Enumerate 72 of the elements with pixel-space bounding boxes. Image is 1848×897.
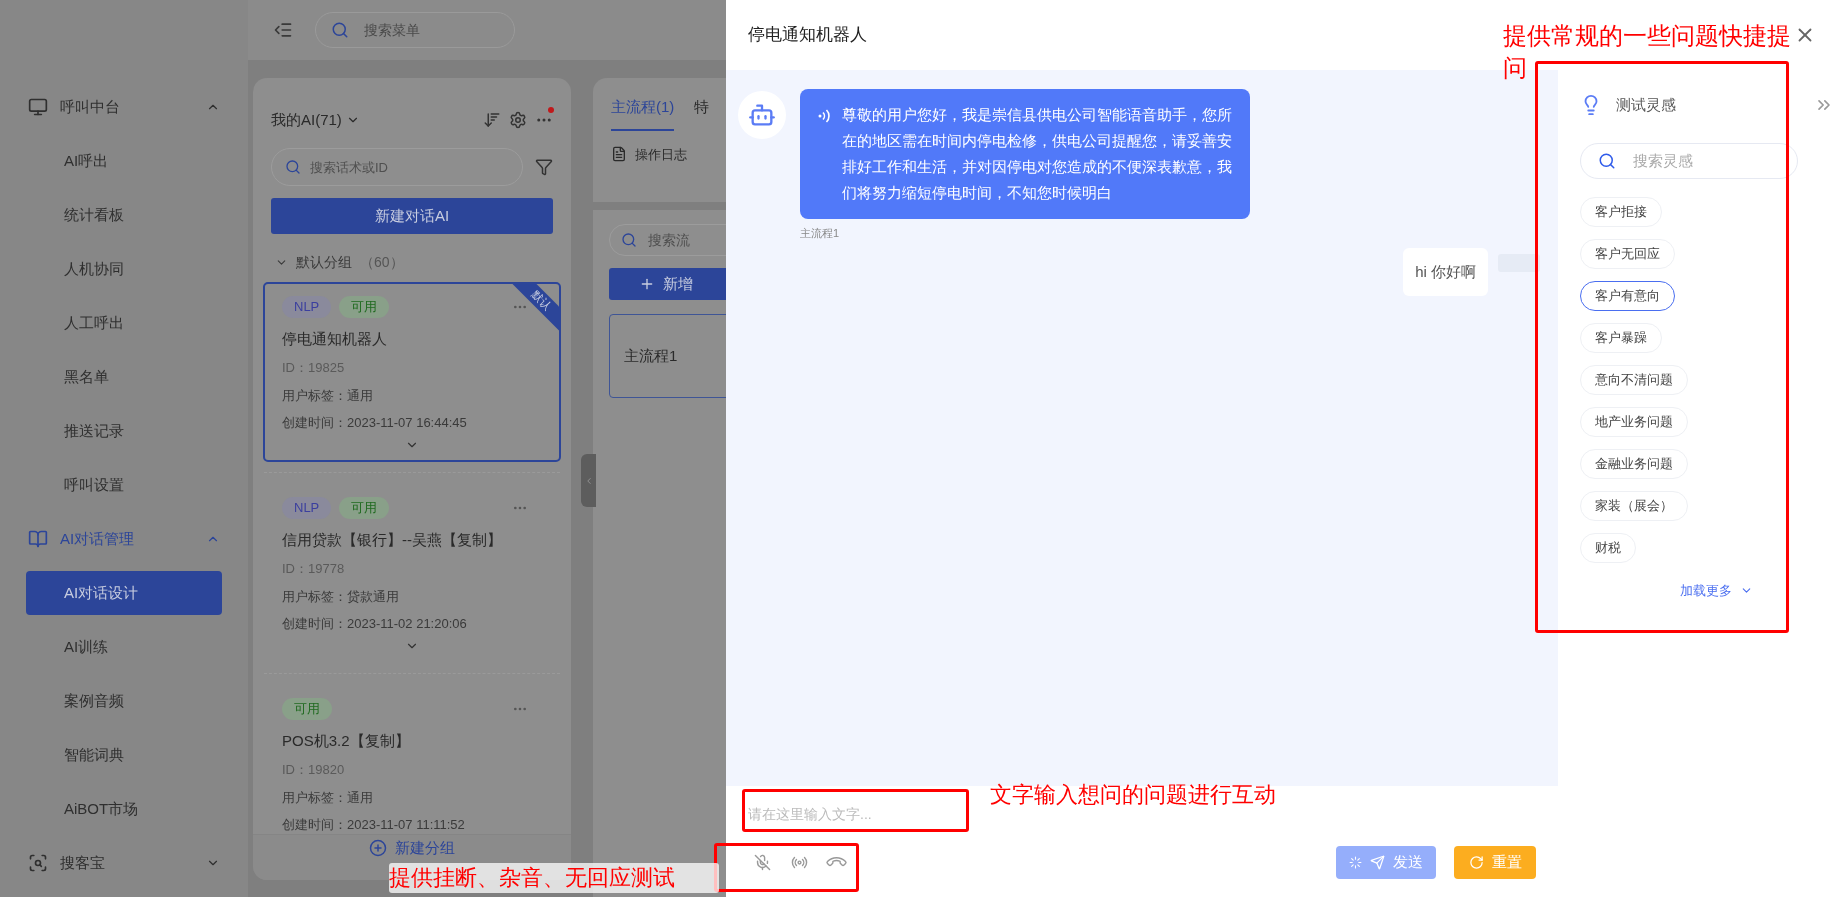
user-avatar (1498, 253, 1540, 272)
user-tag-text: 用户标签：贷款通用 (282, 588, 400, 606)
user-tag-text: 用户标签：通用 (282, 789, 374, 807)
search-icon (331, 21, 349, 39)
sort-icon[interactable] (483, 111, 501, 129)
mic-off-icon[interactable] (754, 854, 771, 871)
nav-item[interactable]: 呼叫设置 (26, 463, 222, 507)
nav-group-icon (28, 529, 48, 549)
add-flow-button[interactable]: 新增 (609, 268, 726, 300)
ai-name: 信用贷款【银行】--吴燕【复制】 (282, 530, 503, 550)
nav-item[interactable]: AI对话设计 (26, 571, 222, 615)
nav-group[interactable]: 搜客宝 (0, 836, 248, 890)
menu-search-field[interactable]: 搜索菜单 (315, 12, 515, 48)
status-tag: NLP (282, 497, 332, 519)
nav-item[interactable]: 黑名单 (26, 355, 222, 399)
status-tag: NLP (282, 296, 332, 318)
ai-list-dropdown[interactable]: 我的AI(71) (271, 108, 360, 132)
nav-item[interactable]: AI呼出 (26, 139, 222, 183)
user-tag-text: 用户标签：通用 (282, 387, 374, 405)
document-icon (611, 146, 627, 163)
send-icon (1370, 855, 1385, 870)
plus-circle-icon (369, 839, 387, 857)
nav-group-icon (28, 97, 48, 117)
nav-item[interactable]: 案例音频 (26, 679, 222, 723)
annotation-text: 提供挂断、杂音、无回应测试 (389, 863, 719, 893)
nav-item[interactable]: AiBOT市场 (26, 787, 222, 831)
nav-group[interactable]: 呼叫中台 (0, 80, 248, 134)
nav-item[interactable]: 推送记录 (26, 409, 222, 453)
nav-item[interactable]: 人机协同 (26, 247, 222, 291)
nav-item[interactable]: 统计看板 (26, 193, 222, 237)
nav-item[interactable]: 智能词典 (26, 733, 222, 777)
plus-icon (639, 276, 655, 292)
search-icon (1598, 151, 1616, 170)
nav-group-icon (28, 853, 48, 873)
ai-name: 停电通知机器人 (282, 329, 388, 349)
loading-spinner-icon (1349, 856, 1362, 869)
flow-search-field[interactable]: 搜索流 (609, 224, 726, 256)
ai-name: POS机3.2【复制】 (282, 731, 411, 751)
group-toggle[interactable]: 默认分组 （60） (253, 248, 571, 276)
nav-item[interactable]: 人工呼出 (26, 301, 222, 345)
search-icon (621, 232, 637, 248)
nav-group[interactable]: AI对话管理 (0, 512, 248, 566)
drawer-title: 停电通知机器人 (748, 24, 867, 47)
menu-toggle-icon[interactable] (273, 20, 293, 40)
created-time: 创建时间：2023-11-02 21:20:06 (282, 614, 468, 633)
broadcast-icon[interactable] (791, 854, 808, 871)
collapse-handle[interactable] (581, 454, 596, 507)
status-tag: 可用 (282, 698, 332, 720)
new-group-button[interactable]: 新建分组 (369, 837, 455, 859)
search-field[interactable]: 搜索话术或ID (271, 148, 523, 186)
flow-tab[interactable]: 特 (694, 96, 710, 131)
load-more-link[interactable]: 加载更多 (1680, 580, 1753, 600)
filter-icon[interactable] (535, 158, 553, 176)
search-icon (285, 159, 301, 175)
inspiration-search-field[interactable]: 搜索灵感 (1580, 142, 1798, 179)
created-time: 创建时间：2023-11-07 11:11:52 (282, 815, 466, 834)
new-ai-button[interactable]: 新建对话AI (271, 198, 553, 234)
created-time: 创建时间：2023-11-07 16:44:45 (282, 413, 468, 432)
status-tag: 可用 (339, 497, 390, 519)
annotation-text: 提供常规的一些问题快捷提问 (1503, 21, 1792, 83)
settings-icon[interactable] (509, 111, 527, 129)
reset-icon (1468, 855, 1484, 870)
inspiration-title: 测试灵感 (1616, 95, 1676, 115)
user-message-bubble: hi 你好啊 (1403, 247, 1488, 296)
status-tag: 可用 (339, 296, 390, 318)
bot-message-text: 尊敬的用户您好，我是崇信县供电公司智能语音助手，您所在的地区需在时间内停电检修，供电公司提醒您，请妥善安排好工作和生活，并对因停电对您造成的不便深表歉意，我们将努力缩短停电时间，不知您时候明白 (842, 106, 1233, 203)
annotation-text: 文字输入想问的问题进行互动 (990, 781, 1277, 809)
voice-icon (818, 108, 832, 124)
operation-log-button[interactable]: 操作日志 (611, 144, 726, 164)
nav-item[interactable]: AI训练 (26, 625, 222, 669)
message-caption: 主流程1 (800, 226, 841, 241)
flow-tab[interactable]: 主流程(1) (611, 96, 675, 131)
